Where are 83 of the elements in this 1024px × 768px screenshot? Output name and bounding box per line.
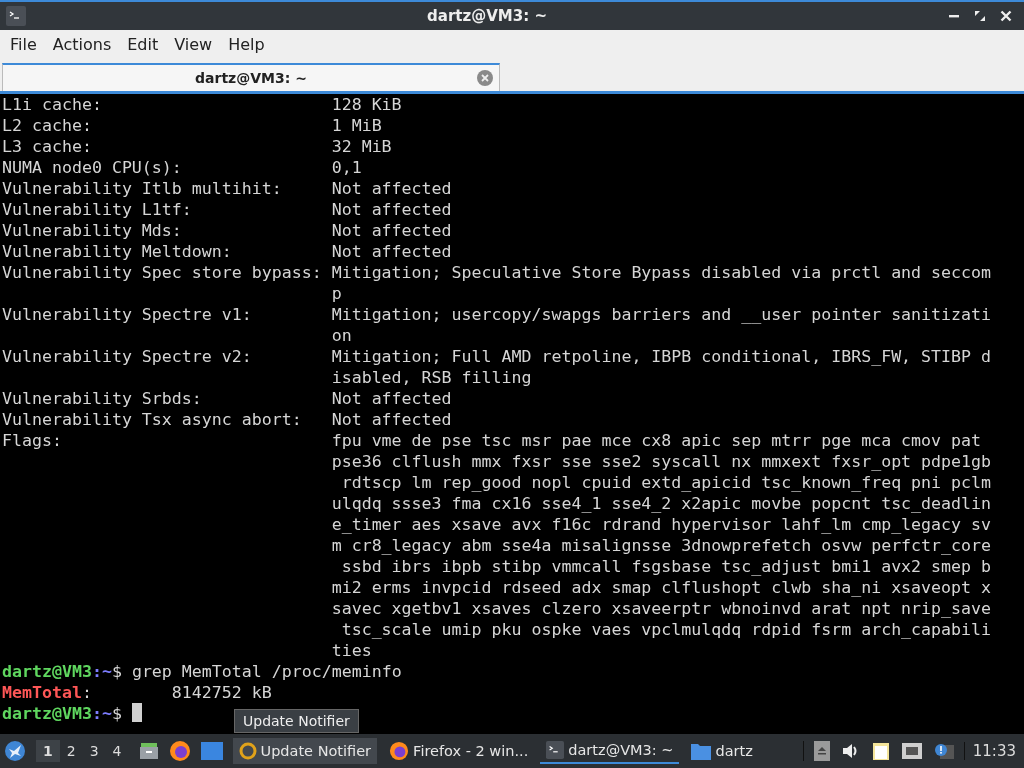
field-value: Mitigation; Speculative Store Bypass disabled via prctl and seccom [331, 262, 992, 283]
field-label: Flags: [2, 430, 63, 451]
command-text: grep MemTotal /proc/meminfo [131, 661, 402, 682]
field-value: rdtscp lm rep_good nopl cpuid extd_apicid tsc_known_freq pni pclm [340, 472, 992, 493]
field-label: Vulnerability Spec store bypass: [2, 262, 323, 283]
maximize-icon[interactable] [974, 10, 986, 22]
notification-icon[interactable] [933, 742, 954, 760]
start-menu-icon[interactable] [4, 740, 26, 762]
field-value: Not affected [331, 388, 452, 409]
output-text: : 8142752 kB [81, 682, 272, 703]
clipboard-icon[interactable] [871, 741, 890, 761]
match-text: MemTotal [2, 682, 82, 703]
window-title: dartz@VM3: ~ [426, 7, 548, 25]
workspace-button[interactable]: 4 [105, 740, 129, 762]
field-value: 0,1 [331, 157, 362, 178]
field-value: Not affected [331, 409, 452, 430]
field-label: Vulnerability Srbds: [2, 388, 203, 409]
prompt-path: :~ [91, 661, 112, 682]
field-label: Vulnerability L1tf: [2, 199, 193, 220]
field-value: pse36 clflush mmx fxsr sse sse2 syscall nx mmxext fxsr_opt pdpe1gb [331, 451, 992, 472]
taskbar-button[interactable]: dartz [685, 738, 759, 764]
menu-item[interactable]: File [2, 34, 45, 54]
field-value: e_timer aes xsave avx f16c rdrand hypervisor lahf_lm cmp_legacy sv [331, 514, 992, 535]
prompt-user: dartz@VM3 [2, 661, 92, 682]
terminal-tab[interactable]: dartz@VM3: ~ [2, 63, 500, 91]
field-value: Mitigation; usercopy/swapgs barriers and __user pointer sanitizati [331, 304, 992, 325]
field-value: ulqdq ssse3 fma cx16 sse4_1 sse4_2 x2apic movbe popcnt tsc_deadlin [331, 493, 992, 514]
field-value: ssbd ibrs ibpb stibp vmmcall fsgsbase tsc_adjust bmi1 avx2 smep b [340, 556, 992, 577]
taskbar-button[interactable]: Firefox - 2 win... [383, 738, 535, 764]
clock[interactable]: 11:33 [963, 742, 1020, 760]
menu-item[interactable]: View [166, 34, 221, 54]
firefox-icon[interactable] [168, 740, 191, 762]
field-label: Vulnerability Meltdown: [2, 241, 233, 262]
field-label: Vulnerability Itlb multihit: [2, 178, 283, 199]
field-value: Not affected [331, 241, 452, 262]
tooltip: Update Notifier [234, 709, 359, 733]
terminal-icon [546, 741, 565, 759]
firefox-icon [389, 741, 410, 761]
eject-icon[interactable] [813, 741, 830, 761]
field-value: p [331, 283, 342, 304]
network-icon[interactable] [901, 743, 922, 759]
close-icon[interactable] [1000, 10, 1012, 22]
ring-icon [238, 742, 257, 760]
desktop-icon[interactable] [200, 742, 223, 760]
field-label: L2 cache: [2, 115, 93, 136]
field-label: Vulnerability Mds: [2, 220, 183, 241]
field-value: tsc_scale umip pku ospke vaes vpclmulqdq rdpid fsrm arch_capabili [340, 619, 992, 640]
field-label: Vulnerability Spectre v2: [2, 346, 253, 367]
field-value: 1 MiB [331, 115, 382, 136]
terminal-icon [6, 6, 26, 26]
close-tab-icon[interactable] [477, 70, 493, 86]
field-value: Mitigation; Full AMD retpoline, IBPB conditional, IBRS_FW, STIBP d [331, 346, 992, 367]
field-value: 128 KiB [331, 94, 402, 115]
taskbar-button[interactable]: dartz@VM3: ~ [540, 738, 680, 764]
field-value: isabled, RSB filling [331, 367, 532, 388]
field-value: savec xgetbv1 xsaves clzero xsaveerptr wbnoinvd arat npt nrip_save [331, 598, 992, 619]
field-label: NUMA node0 CPU(s): [2, 157, 183, 178]
field-value: fpu vme de pse tsc msr pae mce cx8 apic sep mtrr pge mca cmov pat [331, 430, 982, 451]
prompt-user: dartz@VM3 [2, 703, 92, 724]
workspace-button[interactable]: 1 [36, 740, 60, 762]
field-value: on [331, 325, 352, 346]
field-label: L3 cache: [2, 136, 93, 157]
prompt-symbol: $ [111, 661, 122, 682]
field-value: mi2 erms invpcid rdseed adx smap clflushopt clwb sha_ni xsaveopt x [331, 577, 992, 598]
field-label: Vulnerability Tsx async abort: [2, 409, 303, 430]
workspace-button[interactable]: 3 [82, 740, 106, 762]
field-value: Not affected [331, 199, 452, 220]
prompt-symbol: $ [111, 703, 122, 724]
prompt-path: :~ [91, 703, 112, 724]
field-value: ties [331, 640, 372, 661]
field-label: Vulnerability Spectre v1: [2, 304, 253, 325]
workspace-button[interactable]: 2 [59, 740, 83, 762]
file-cabinet-icon[interactable] [138, 741, 159, 761]
field-value: Not affected [331, 178, 452, 199]
field-label: L1i cache: [2, 94, 103, 115]
menu-item[interactable]: Help [220, 34, 273, 54]
folder-icon [691, 742, 712, 760]
field-value: Not affected [331, 220, 452, 241]
menu-item[interactable]: Actions [44, 34, 120, 54]
field-value: 32 MiB [331, 136, 392, 157]
menu-item[interactable]: Edit [119, 34, 167, 54]
taskbar-button[interactable]: Update Notifier [232, 738, 378, 764]
field-value: m cr8_legacy abm sse4a misalignsse 3dnowprefetch osvw perfctr_core [331, 535, 992, 556]
